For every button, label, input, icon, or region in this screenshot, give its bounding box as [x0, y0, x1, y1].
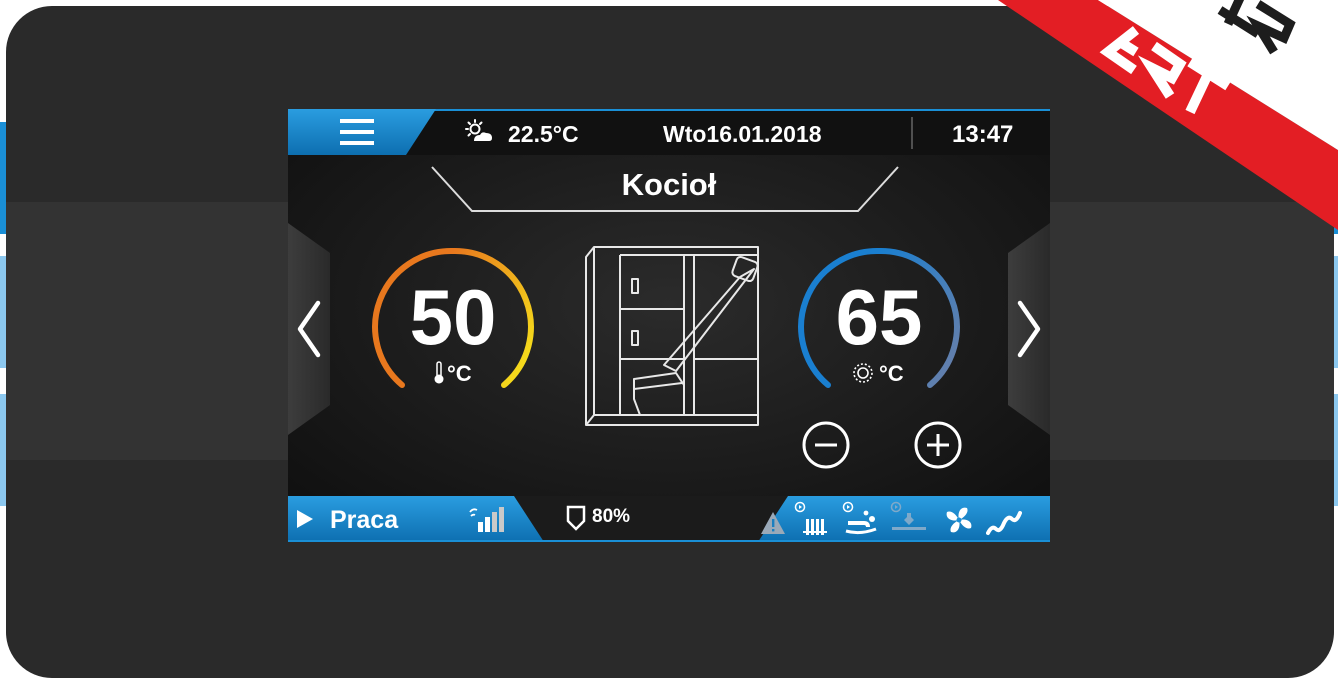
partly-sunny-icon — [465, 119, 492, 141]
page-title: Kocioł — [621, 167, 717, 202]
fan-icon — [946, 507, 972, 533]
play-icon — [297, 510, 313, 528]
setpoint-temperature-value: 65 — [835, 273, 923, 361]
signal-bars-icon — [469, 507, 504, 532]
feeder-icon — [986, 511, 1022, 535]
thermometer-icon — [434, 361, 444, 384]
prev-screen-button[interactable] — [288, 259, 330, 399]
chevron-right-icon — [1017, 300, 1041, 358]
boiler-temperature-value: 50 — [409, 273, 497, 361]
date-display: Wto16.01.2018 — [663, 121, 822, 147]
outdoor-temperature: 22.5°C — [508, 121, 579, 147]
circulation-pump-icon — [890, 501, 926, 530]
fuel-level-indicator: 80% — [566, 503, 656, 535]
device-status-icons — [760, 501, 1050, 539]
minus-circle-icon — [802, 421, 850, 469]
next-screen-button[interactable] — [1008, 259, 1050, 399]
operating-mode-label: Praca — [330, 506, 399, 534]
chevron-left-icon — [297, 300, 321, 358]
setpoint-dial-icon — [853, 363, 873, 383]
hot-water-pump-icon — [842, 501, 877, 535]
warning-icon — [761, 512, 785, 534]
fuel-level-value: 80% — [592, 506, 631, 527]
setpoint-temperature-gauge: 65 °C — [799, 247, 959, 407]
increase-setpoint-button[interactable] — [912, 419, 964, 471]
operating-mode-button[interactable]: Praca — [288, 496, 514, 542]
decrease-setpoint-button[interactable] — [800, 419, 852, 471]
plus-circle-icon — [914, 421, 962, 469]
time-display: 13:47 — [952, 121, 1014, 148]
boiler-temperature-gauge: 50 °C — [373, 247, 533, 407]
hamburger-icon — [340, 119, 374, 145]
setpoint-temperature-unit: °C — [879, 361, 904, 386]
fuel-hopper-icon — [566, 505, 586, 531]
menu-button[interactable] — [340, 117, 374, 147]
radiator-pump-icon — [794, 501, 827, 535]
boiler-temperature-unit: °C — [447, 361, 472, 386]
display-screen: 22.5°C Wto16.01.2018 13:47 Kocioł 50 °C … — [288, 109, 1050, 542]
